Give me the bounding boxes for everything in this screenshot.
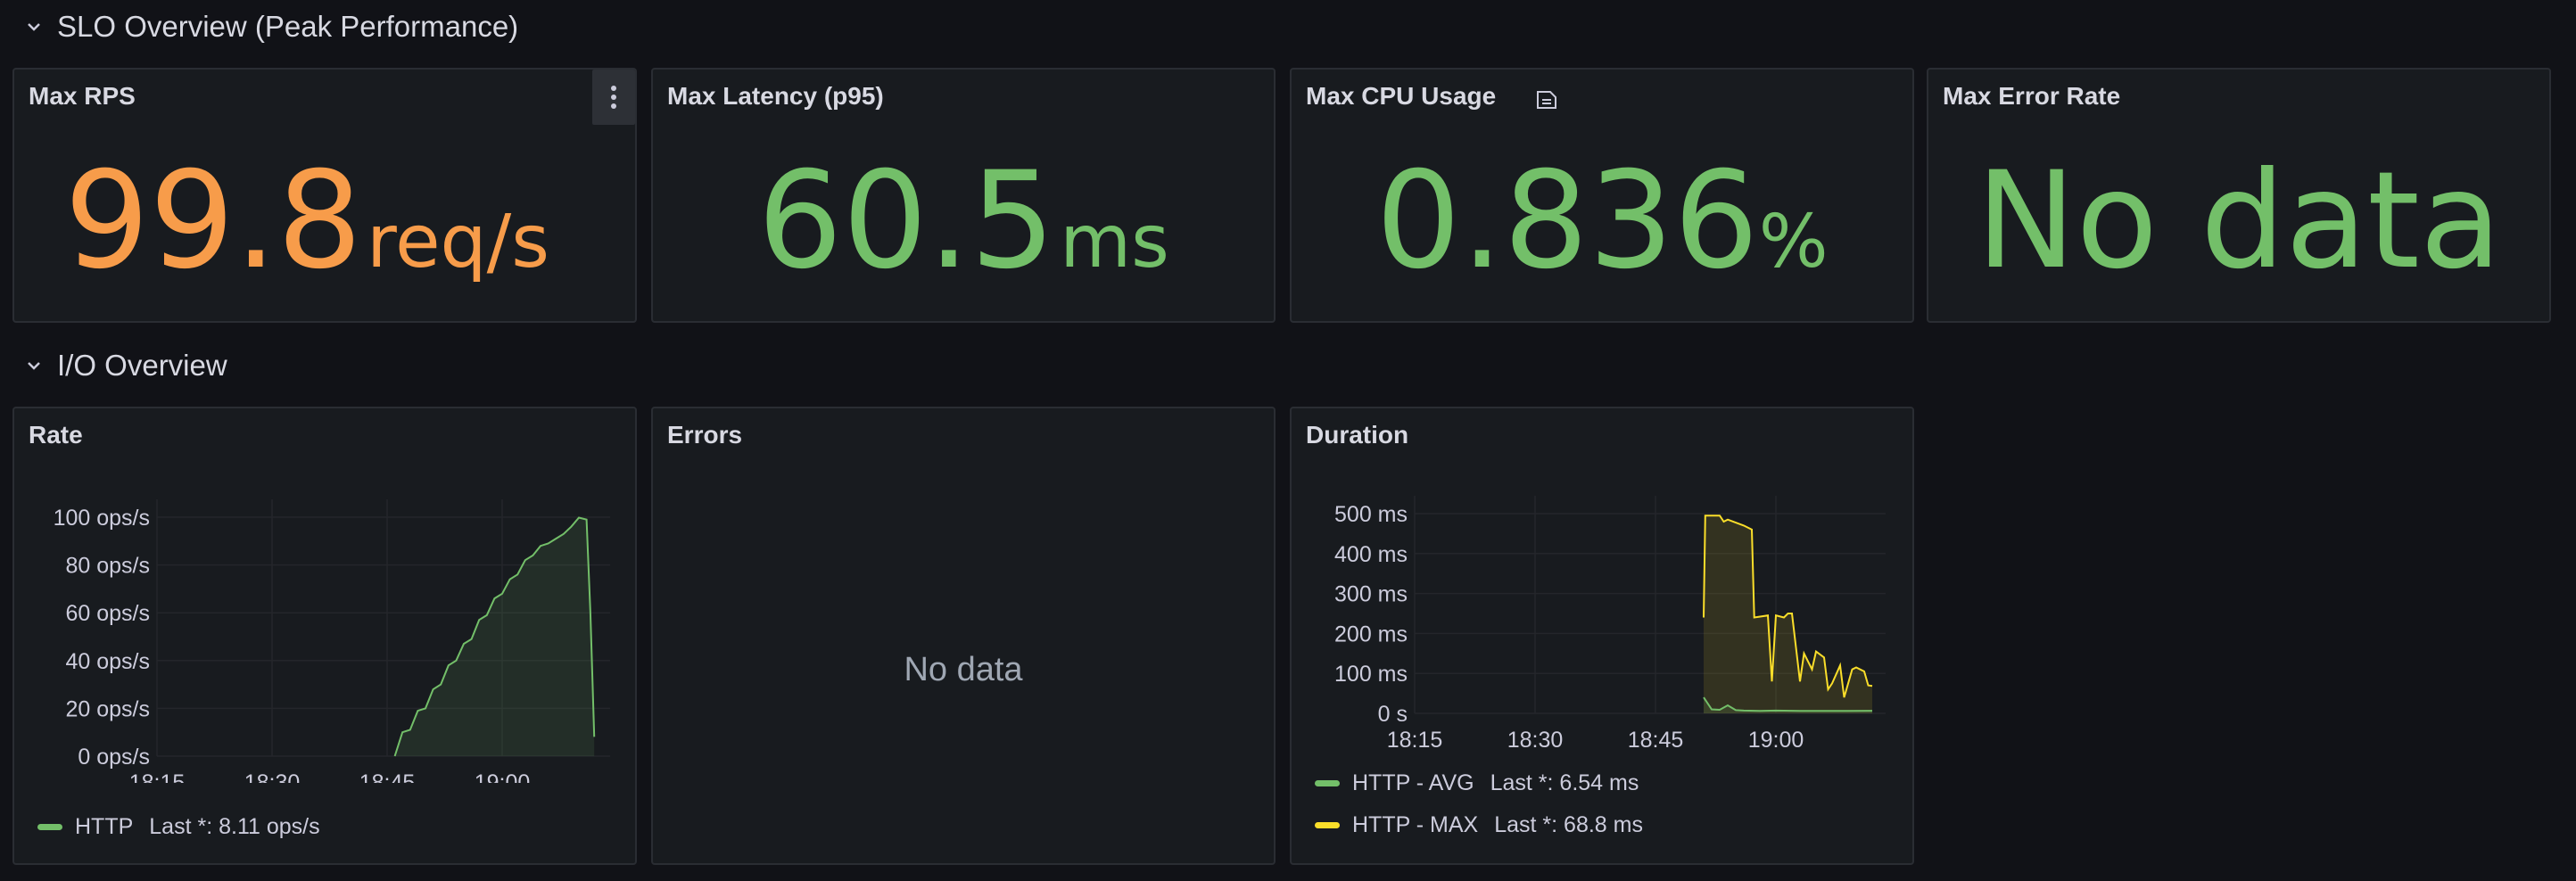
y-tick-label: 200 ms — [1334, 622, 1408, 646]
panel-duration[interactable]: Duration 0 s 100 ms 200 ms 300 ms 400 ms 500 … — [1290, 407, 1914, 865]
panel-title: Max Error Rate — [1943, 82, 2121, 110]
y-tick-label: 80 ops/s — [65, 554, 150, 579]
stat-number: 60.5 — [757, 144, 1056, 299]
x-tick-label: 18:45 — [1628, 728, 1684, 753]
stat-value: 99.8 req/s — [0, 154, 635, 288]
no-data-text: No data — [1976, 144, 2502, 299]
legend-item-http[interactable]: HTTP Last *: 8.11 ops/s — [37, 814, 320, 840]
rate-chart[interactable]: 0 ops/s 20 ops/s 40 ops/s 60 ops/s 80 ops/s 1… — [14, 408, 639, 783]
row-header-slo-overview[interactable]: SLO Overview (Peak Performance) — [25, 9, 518, 45]
legend-swatch — [37, 824, 62, 830]
description-icon[interactable] — [1534, 89, 1559, 111]
legend-last: Last *: 8.11 ops/s — [149, 814, 320, 839]
y-tick-label: 300 ms — [1334, 582, 1408, 607]
legend-item-http-max[interactable]: HTTP - MAX Last *: 68.8 ms — [1315, 812, 1643, 838]
stat-number: 0.836 — [1375, 144, 1759, 299]
stat-unit: req/s — [367, 200, 549, 284]
y-tick-label: 20 ops/s — [65, 696, 150, 721]
panel-max-cpu[interactable]: Max CPU Usage 0.836% — [1290, 68, 1914, 323]
panel-title: Max CPU Usage — [1306, 82, 1497, 110]
no-data-text: No data — [904, 651, 1023, 688]
chevron-down-icon — [28, 362, 40, 370]
x-tick-label: 18:15 — [129, 770, 186, 783]
x-tick-label: 18:45 — [359, 770, 416, 783]
chevron-down-icon — [28, 23, 40, 31]
panel-max-latency[interactable]: Max Latency (p95) 60.5 ms — [651, 68, 1276, 323]
stat-value: 60.5 ms — [653, 154, 1274, 288]
legend-swatch — [1315, 780, 1340, 786]
stat-value: 0.836% — [1292, 154, 1912, 288]
y-tick-label: 60 ops/s — [65, 601, 150, 626]
row-title: SLO Overview (Peak Performance) — [57, 10, 519, 43]
y-tick-label: 0 ops/s — [78, 745, 150, 770]
y-tick-label: 100 ops/s — [54, 506, 150, 531]
legend-item-http-avg[interactable]: HTTP - AVG Last *: 6.54 ms — [1315, 770, 1639, 796]
legend-last: Last *: 68.8 ms — [1494, 812, 1643, 837]
panel-max-error-rate[interactable]: Max Error Rate No data — [1927, 68, 2551, 323]
stat-number: 99.8 — [64, 144, 363, 299]
duration-chart[interactable]: 0 s 100 ms 200 ms 300 ms 400 ms 500 ms 18:15 18… — [1292, 408, 1916, 774]
x-tick-label: 19:00 — [475, 770, 531, 783]
stat-unit: ms — [1060, 200, 1169, 284]
stat-value: No data — [1928, 154, 2549, 288]
vertical-dots-icon — [611, 86, 616, 109]
y-tick-label: 40 ops/s — [65, 649, 150, 674]
series-area-http — [394, 517, 595, 756]
panel-title: Max Latency (p95) — [667, 82, 884, 110]
panel-max-rps[interactable]: Max RPS 99.8 req/s — [12, 68, 637, 323]
legend-last: Last *: 6.54 ms — [1490, 770, 1639, 795]
y-tick-label: 0 s — [1378, 702, 1408, 727]
row-header-io-overview[interactable]: I/O Overview — [25, 348, 227, 383]
panel-title: Max RPS — [29, 82, 136, 110]
legend-name: HTTP - AVG — [1352, 770, 1474, 795]
row-title: I/O Overview — [57, 349, 227, 382]
panel-menu-button[interactable] — [592, 70, 635, 125]
legend-swatch — [1315, 822, 1340, 828]
x-tick-label: 18:30 — [244, 770, 301, 783]
x-tick-label: 19:00 — [1748, 728, 1804, 753]
x-tick-label: 18:30 — [1507, 728, 1564, 753]
stat-unit: % — [1758, 200, 1829, 284]
panel-rate[interactable]: Rate 0 ops/s 20 ops/s 40 ops/s 60 ops/s 80 o… — [12, 407, 637, 865]
y-tick-label: 500 ms — [1334, 502, 1408, 527]
y-tick-label: 100 ms — [1334, 662, 1408, 687]
panel-title: Errors — [667, 421, 743, 449]
legend-name: HTTP — [75, 814, 134, 839]
x-tick-label: 18:15 — [1387, 728, 1443, 753]
panel-errors[interactable]: Errors No data — [651, 407, 1276, 865]
y-tick-label: 400 ms — [1334, 542, 1408, 567]
legend-name: HTTP - MAX — [1352, 812, 1479, 837]
